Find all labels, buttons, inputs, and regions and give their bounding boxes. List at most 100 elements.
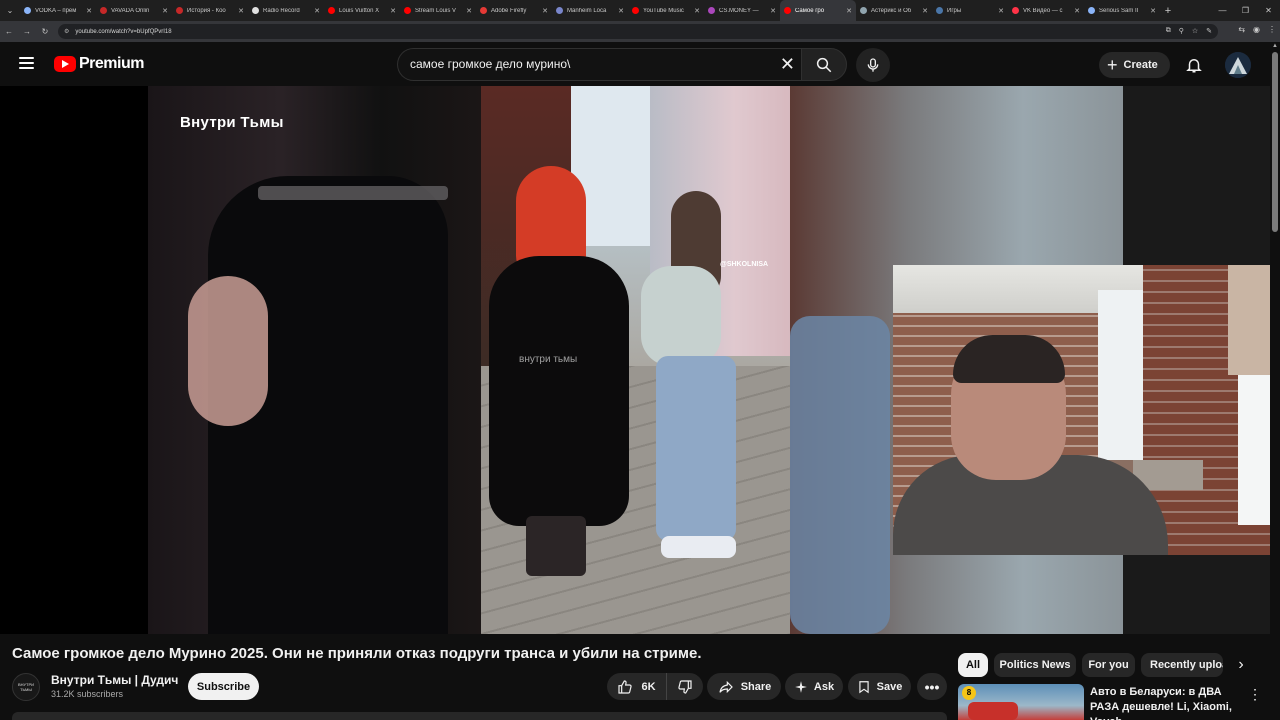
subscriber-count: 31.2K subscribers: [51, 689, 124, 699]
recommended-thumbnail[interactable]: 8: [958, 684, 1084, 720]
tab-favicon-icon: [328, 7, 335, 14]
youtube-logo[interactable]: Premium: [54, 55, 144, 73]
bell-icon: [1186, 59, 1202, 73]
tab-favicon-icon: [708, 7, 715, 14]
tab-close-icon[interactable]: ✕: [618, 7, 624, 15]
tab-close-icon[interactable]: ✕: [694, 7, 700, 15]
tab-close-icon[interactable]: ✕: [1074, 7, 1080, 15]
browser-tab[interactable]: Radio Record ✕: [248, 0, 324, 21]
description-box-edge: [12, 712, 947, 720]
tab-title: VODKA – прем: [35, 7, 77, 14]
tab-title: YouTube Music: [643, 7, 684, 14]
browser-tab[interactable]: YouTube Music ✕: [628, 0, 704, 21]
subscribe-button[interactable]: Subscribe: [188, 673, 259, 700]
share-label: Share: [740, 680, 772, 693]
new-tab-button[interactable]: +: [1160, 5, 1176, 17]
browser-tab[interactable]: CS.MONEY — ✕: [704, 0, 780, 21]
tab-close-icon[interactable]: ✕: [922, 7, 928, 15]
tab-favicon-icon: [24, 7, 31, 14]
scroll-up-icon[interactable]: ▲: [1272, 43, 1278, 49]
scrollbar-thumb[interactable]: [1272, 52, 1278, 232]
browser-tab[interactable]: Louis Vuitton X ✕: [324, 0, 400, 21]
chevron-right-icon[interactable]: ›: [1231, 655, 1251, 675]
back-icon[interactable]: ←: [0, 27, 18, 36]
minimize-icon[interactable]: —: [1211, 6, 1234, 15]
notifications-button[interactable]: [1185, 55, 1203, 80]
create-button[interactable]: + Create: [1099, 52, 1170, 78]
browser-tab[interactable]: Астерикс и Об ✕: [856, 0, 932, 21]
page-scrollbar[interactable]: ▲: [1270, 42, 1280, 720]
tab-title: Louis Vuitton X: [339, 7, 380, 14]
share-arrow-icon: [719, 680, 733, 693]
tab-search-icon[interactable]: ⌄: [0, 0, 20, 21]
tab-favicon-icon: [176, 7, 183, 14]
open-in-app-icon[interactable]: ⧉: [1166, 27, 1171, 35]
close-window-icon[interactable]: ✕: [1257, 6, 1280, 15]
search-button[interactable]: [801, 48, 847, 81]
tab-title: CS.MONEY —: [719, 7, 759, 14]
channel-avatar[interactable]: ВНУТРИ ТЬМЫ: [12, 673, 40, 701]
maximize-icon[interactable]: ❐: [1234, 6, 1257, 15]
ask-button[interactable]: Ask: [785, 673, 843, 700]
guide-menu-icon[interactable]: [19, 57, 34, 69]
browser-tab[interactable]: VAVADA Onlin ✕: [96, 0, 172, 21]
save-button[interactable]: Save: [848, 673, 911, 700]
dislike-button[interactable]: [667, 673, 703, 700]
recommended-title[interactable]: Авто в Беларуси: в ДВА РАЗА дешевле! Li,…: [1090, 685, 1240, 720]
browser-tab[interactable]: Игры ✕: [932, 0, 1008, 21]
share-button[interactable]: Share: [707, 673, 781, 700]
chip-recently-uploaded[interactable]: Recently uploa: [1141, 653, 1223, 677]
like-button[interactable]: 6K: [607, 673, 667, 700]
browser-tab[interactable]: Stream Louis V ✕: [400, 0, 476, 21]
chip-all[interactable]: All: [958, 653, 988, 677]
cast-icon[interactable]: ⇆: [1238, 25, 1245, 34]
zoom-icon[interactable]: ⚲: [1179, 27, 1184, 35]
menu-dots-icon[interactable]: ⋮: [1268, 25, 1276, 34]
like-dislike-group: 6K: [607, 673, 703, 700]
browser-tab[interactable]: VODKA – прем ✕: [20, 0, 96, 21]
site-info-icon[interactable]: ⚙: [64, 28, 69, 35]
bookmark-star-icon[interactable]: ☆: [1192, 27, 1198, 35]
thumbs-up-icon: [618, 679, 633, 694]
tab-title: История - Коо: [187, 7, 226, 14]
tab-close-icon[interactable]: ✕: [390, 7, 396, 15]
browser-tab[interactable]: Самое гро ✕: [780, 0, 856, 21]
account-avatar[interactable]: [1225, 52, 1251, 78]
tab-close-icon[interactable]: ✕: [466, 7, 472, 15]
forward-icon[interactable]: →: [18, 27, 36, 36]
tab-title: Stream Louis V: [415, 7, 457, 14]
tab-close-icon[interactable]: ✕: [314, 7, 320, 15]
channel-watermark: Внутри Тьмы: [180, 114, 284, 131]
webcam-overlay: [893, 265, 1280, 555]
profile-icon[interactable]: ◉: [1253, 25, 1260, 34]
plus-icon: +: [1107, 55, 1118, 75]
browser-tab[interactable]: Manheim Loca ✕: [552, 0, 628, 21]
tab-close-icon[interactable]: ✕: [846, 7, 852, 15]
browser-tab[interactable]: Serious Sam II ✕: [1084, 0, 1160, 21]
tab-close-icon[interactable]: ✕: [998, 7, 1004, 15]
omnibox[interactable]: ⚙ youtube.com/watch?v=bUpfQPvrI18 ⧉ ⚲ ☆ …: [58, 24, 1218, 39]
voice-search-button[interactable]: [856, 48, 890, 82]
tab-close-icon[interactable]: ✕: [86, 7, 92, 15]
channel-name[interactable]: Внутри Тьмы | Дудич: [51, 673, 178, 687]
more-actions-button[interactable]: •••: [917, 673, 947, 700]
tab-favicon-icon: [404, 7, 411, 14]
reload-icon[interactable]: ↻: [36, 27, 54, 36]
search-input[interactable]: [410, 57, 770, 71]
avatar-image: [1225, 52, 1251, 78]
clear-search-icon[interactable]: ✕: [780, 54, 795, 74]
browser-tab[interactable]: История - Коо ✕: [172, 0, 248, 21]
video-frame: @SHKOLNISA внутри тьмы: [481, 86, 790, 634]
tab-close-icon[interactable]: ✕: [770, 7, 776, 15]
tab-close-icon[interactable]: ✕: [162, 7, 168, 15]
extension-icon[interactable]: ✎: [1206, 27, 1212, 35]
search-box: ✕: [397, 48, 801, 81]
chip-politics-news[interactable]: Politics News: [994, 653, 1076, 677]
browser-tab[interactable]: Adobe Firefly ✕: [476, 0, 552, 21]
tab-close-icon[interactable]: ✕: [1150, 7, 1156, 15]
browser-tab[interactable]: VK Видео — с ✕: [1008, 0, 1084, 21]
more-vertical-icon[interactable]: ⋮: [1248, 686, 1262, 703]
tab-close-icon[interactable]: ✕: [542, 7, 548, 15]
tab-close-icon[interactable]: ✕: [238, 7, 244, 15]
chip-for-you[interactable]: For you: [1082, 653, 1135, 677]
